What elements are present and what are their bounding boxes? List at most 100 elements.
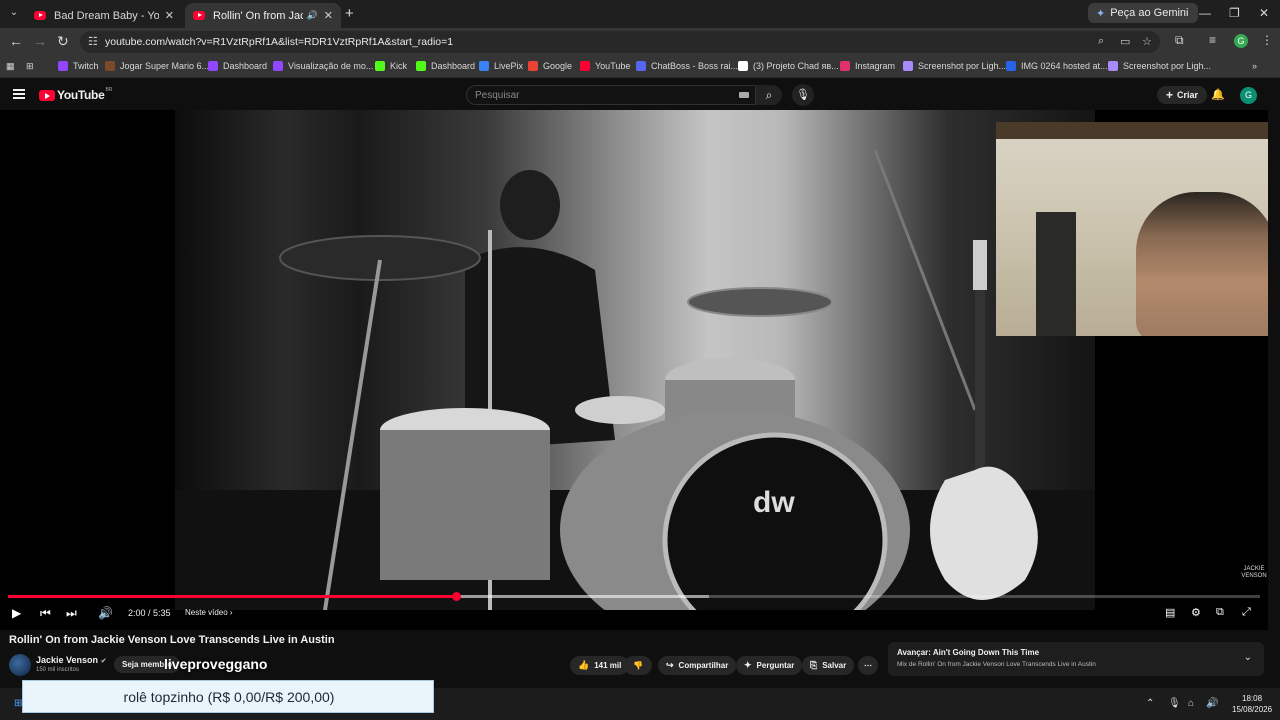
bookmark-label: Instagram (855, 61, 896, 71)
bookmark-favicon-icon (273, 61, 283, 71)
tab-groups-icon[interactable]: ⊞ (26, 61, 34, 72)
stream-overlay-name: liveproveggano (164, 656, 268, 672)
share-icon: ↪ (666, 660, 674, 670)
fullscreen-icon[interactable]: ⤢ (1242, 606, 1251, 619)
chapter-label: Neste vídeo (185, 608, 228, 617)
more-actions-button[interactable]: ⋯ (858, 656, 878, 675)
bookmark-item[interactable]: Jogar Super Mario 6... (105, 61, 209, 71)
new-tab-button[interactable]: + (345, 5, 354, 22)
autoplay-mix-subtitle: Mix de Rollin' On from Jackie Venson Lov… (897, 661, 1096, 668)
keyboard-icon[interactable] (739, 92, 749, 98)
bookmark-favicon-icon (840, 61, 850, 71)
microphone-tray-icon[interactable]: 🎙 (1168, 698, 1181, 709)
notifications-bell-icon[interactable]: 🔔 (1211, 88, 1225, 101)
omnibox[interactable]: ☷ youtube.com/watch?v=R1VztRpRf1A&list=R… (80, 31, 1160, 53)
taskbar-clock[interactable]: 18:08 15/08/2026 (1232, 693, 1272, 715)
cast-icon[interactable]: ▭ (1120, 35, 1130, 48)
tab-title: Bad Dream Baby - YouTube (54, 9, 159, 22)
tab-search-icon[interactable]: ⌄ (6, 5, 22, 21)
channel-name[interactable]: Jackie Venson ✔ (36, 655, 106, 665)
video-player[interactable]: dw JACKIE VENSON ▶ ⏮ ⏭ 🔊 2:00 / 5:35 Nes… (0, 110, 1268, 630)
forward-button[interactable]: → (33, 33, 47, 49)
like-button[interactable]: 👍 141 mil (570, 656, 630, 675)
reload-button[interactable]: ↻ (57, 33, 69, 50)
search-button[interactable]: ⌕ (756, 85, 782, 105)
volume-icon[interactable]: 🔊 (98, 606, 113, 620)
cymbal-right (687, 287, 833, 317)
subtitles-icon[interactable]: ▤ (1165, 606, 1175, 619)
next-icon[interactable]: ⏭ (66, 606, 77, 621)
bookmark-item[interactable]: Instagram (840, 61, 895, 71)
account-avatar[interactable]: G (1240, 87, 1257, 104)
bookmarks-bar: ▦ ⊞ Twitch Jogar Super Mario 6... Dashboar… (0, 56, 1280, 78)
autoplay-next-card[interactable]: Avançar: Ain't Going Down This Time Mix … (888, 642, 1264, 676)
create-button[interactable]: + Criar (1157, 86, 1208, 104)
bookmark-item[interactable]: Screenshot por Ligh... (1108, 61, 1211, 71)
create-label: Criar (1177, 90, 1199, 100)
bookmark-favicon-icon (636, 61, 646, 71)
bookmark-label: Dashboard (223, 61, 268, 71)
progress-bar[interactable] (8, 592, 1260, 601)
microphone-icon[interactable]: 🎙 (792, 84, 814, 106)
menu-icon[interactable] (13, 89, 25, 99)
bookmark-item[interactable]: Google (528, 61, 572, 71)
settings-gear-icon[interactable]: ⚙ (1191, 606, 1201, 619)
gemini-button[interactable]: ✦ Peça ao Gemini (1088, 3, 1199, 23)
bookmark-favicon-icon (1006, 61, 1016, 71)
bookmark-item[interactable]: (3) Projeto Chad яв... (738, 61, 839, 71)
search-input[interactable]: Pesquisar (466, 85, 756, 105)
chevron-down-icon[interactable]: ⌄ (1244, 652, 1252, 663)
speaker-icon[interactable]: 🔊 (307, 10, 318, 21)
bookmark-item[interactable]: YouTube (580, 61, 630, 71)
network-icon[interactable]: ⌂ (1188, 698, 1194, 709)
bookmark-item[interactable]: Kick (375, 61, 407, 71)
bookmark-item[interactable]: Screenshot por Ligh... (903, 61, 1006, 71)
more-icon: ⋯ (864, 661, 872, 670)
bookmark-item[interactable]: ChatBoss - Boss rai... (636, 61, 738, 71)
bookmark-item[interactable]: Twitch (58, 61, 99, 71)
maximize-button[interactable]: ❐ (1229, 6, 1240, 20)
close-icon[interactable]: ✕ (324, 9, 333, 22)
previous-icon[interactable]: ⏮ (40, 606, 51, 621)
chapter-button[interactable]: Neste vídeo › (185, 608, 233, 617)
back-button[interactable]: ← (9, 33, 23, 49)
bookmark-favicon-icon (479, 61, 489, 71)
ask-button[interactable]: ✦ Perguntar (736, 656, 803, 675)
channel-watermark[interactable]: JACKIE VENSON (1240, 566, 1268, 580)
drummer-head (500, 170, 560, 240)
video-frame: dw (175, 110, 1095, 610)
url-text[interactable]: youtube.com/watch?v=R1VztRpRf1A&list=RDR… (105, 36, 453, 48)
channel-avatar[interactable] (9, 654, 31, 676)
chevron-up-icon[interactable]: ⌃ (1146, 698, 1154, 709)
bookmark-item[interactable]: IMG 0264 hosted at... (1006, 61, 1108, 71)
close-icon[interactable]: ✕ (165, 9, 174, 22)
volume-tray-icon[interactable]: 🔊 (1206, 698, 1218, 709)
reading-list-icon[interactable]: ≡ (1209, 33, 1216, 47)
bookmark-item[interactable]: Dashboard (416, 61, 475, 71)
apps-icon[interactable]: ▦ (6, 61, 15, 72)
bookmark-label: Twitch (73, 61, 99, 71)
extensions-icon[interactable]: ⧉ (1175, 33, 1184, 48)
tab-bad-dream-baby[interactable]: Bad Dream Baby - YouTube ✕ (26, 3, 182, 28)
dislike-button[interactable]: 👎 (624, 656, 652, 675)
sparkle-icon: ✦ (744, 660, 752, 670)
ask-label: Perguntar (756, 661, 795, 670)
site-info-icon[interactable]: ☷ (88, 35, 98, 48)
bookmark-item[interactable]: Visualização de mo... (273, 61, 373, 71)
play-icon[interactable]: ▶ (12, 606, 21, 620)
profile-avatar[interactable]: G (1234, 34, 1248, 48)
chrome-menu-icon[interactable]: ⋮ (1261, 33, 1273, 47)
bookmark-star-icon[interactable]: ☆ (1142, 35, 1152, 48)
bookmark-item[interactable]: Dashboard (208, 61, 267, 71)
share-button[interactable]: ↪ Compartilhar (658, 656, 737, 675)
tab-rollin-on[interactable]: Rollin' On from Jackie Venso 🔊 ✕ (185, 3, 341, 28)
miniplayer-icon[interactable]: ⧉ (1216, 606, 1224, 619)
close-window-button[interactable]: ✕ (1259, 6, 1269, 20)
bookmark-label: Visualização de mo... (288, 61, 374, 71)
minimize-button[interactable]: — (1199, 6, 1211, 20)
save-button[interactable]: ⎘ Salvar (802, 656, 855, 675)
youtube-logo[interactable]: YouTube BR (39, 87, 112, 102)
zoom-icon[interactable]: ⌕ (1098, 35, 1104, 48)
more-bookmarks-icon[interactable]: » (1252, 61, 1257, 71)
bookmark-item[interactable]: LivePix (479, 61, 523, 71)
